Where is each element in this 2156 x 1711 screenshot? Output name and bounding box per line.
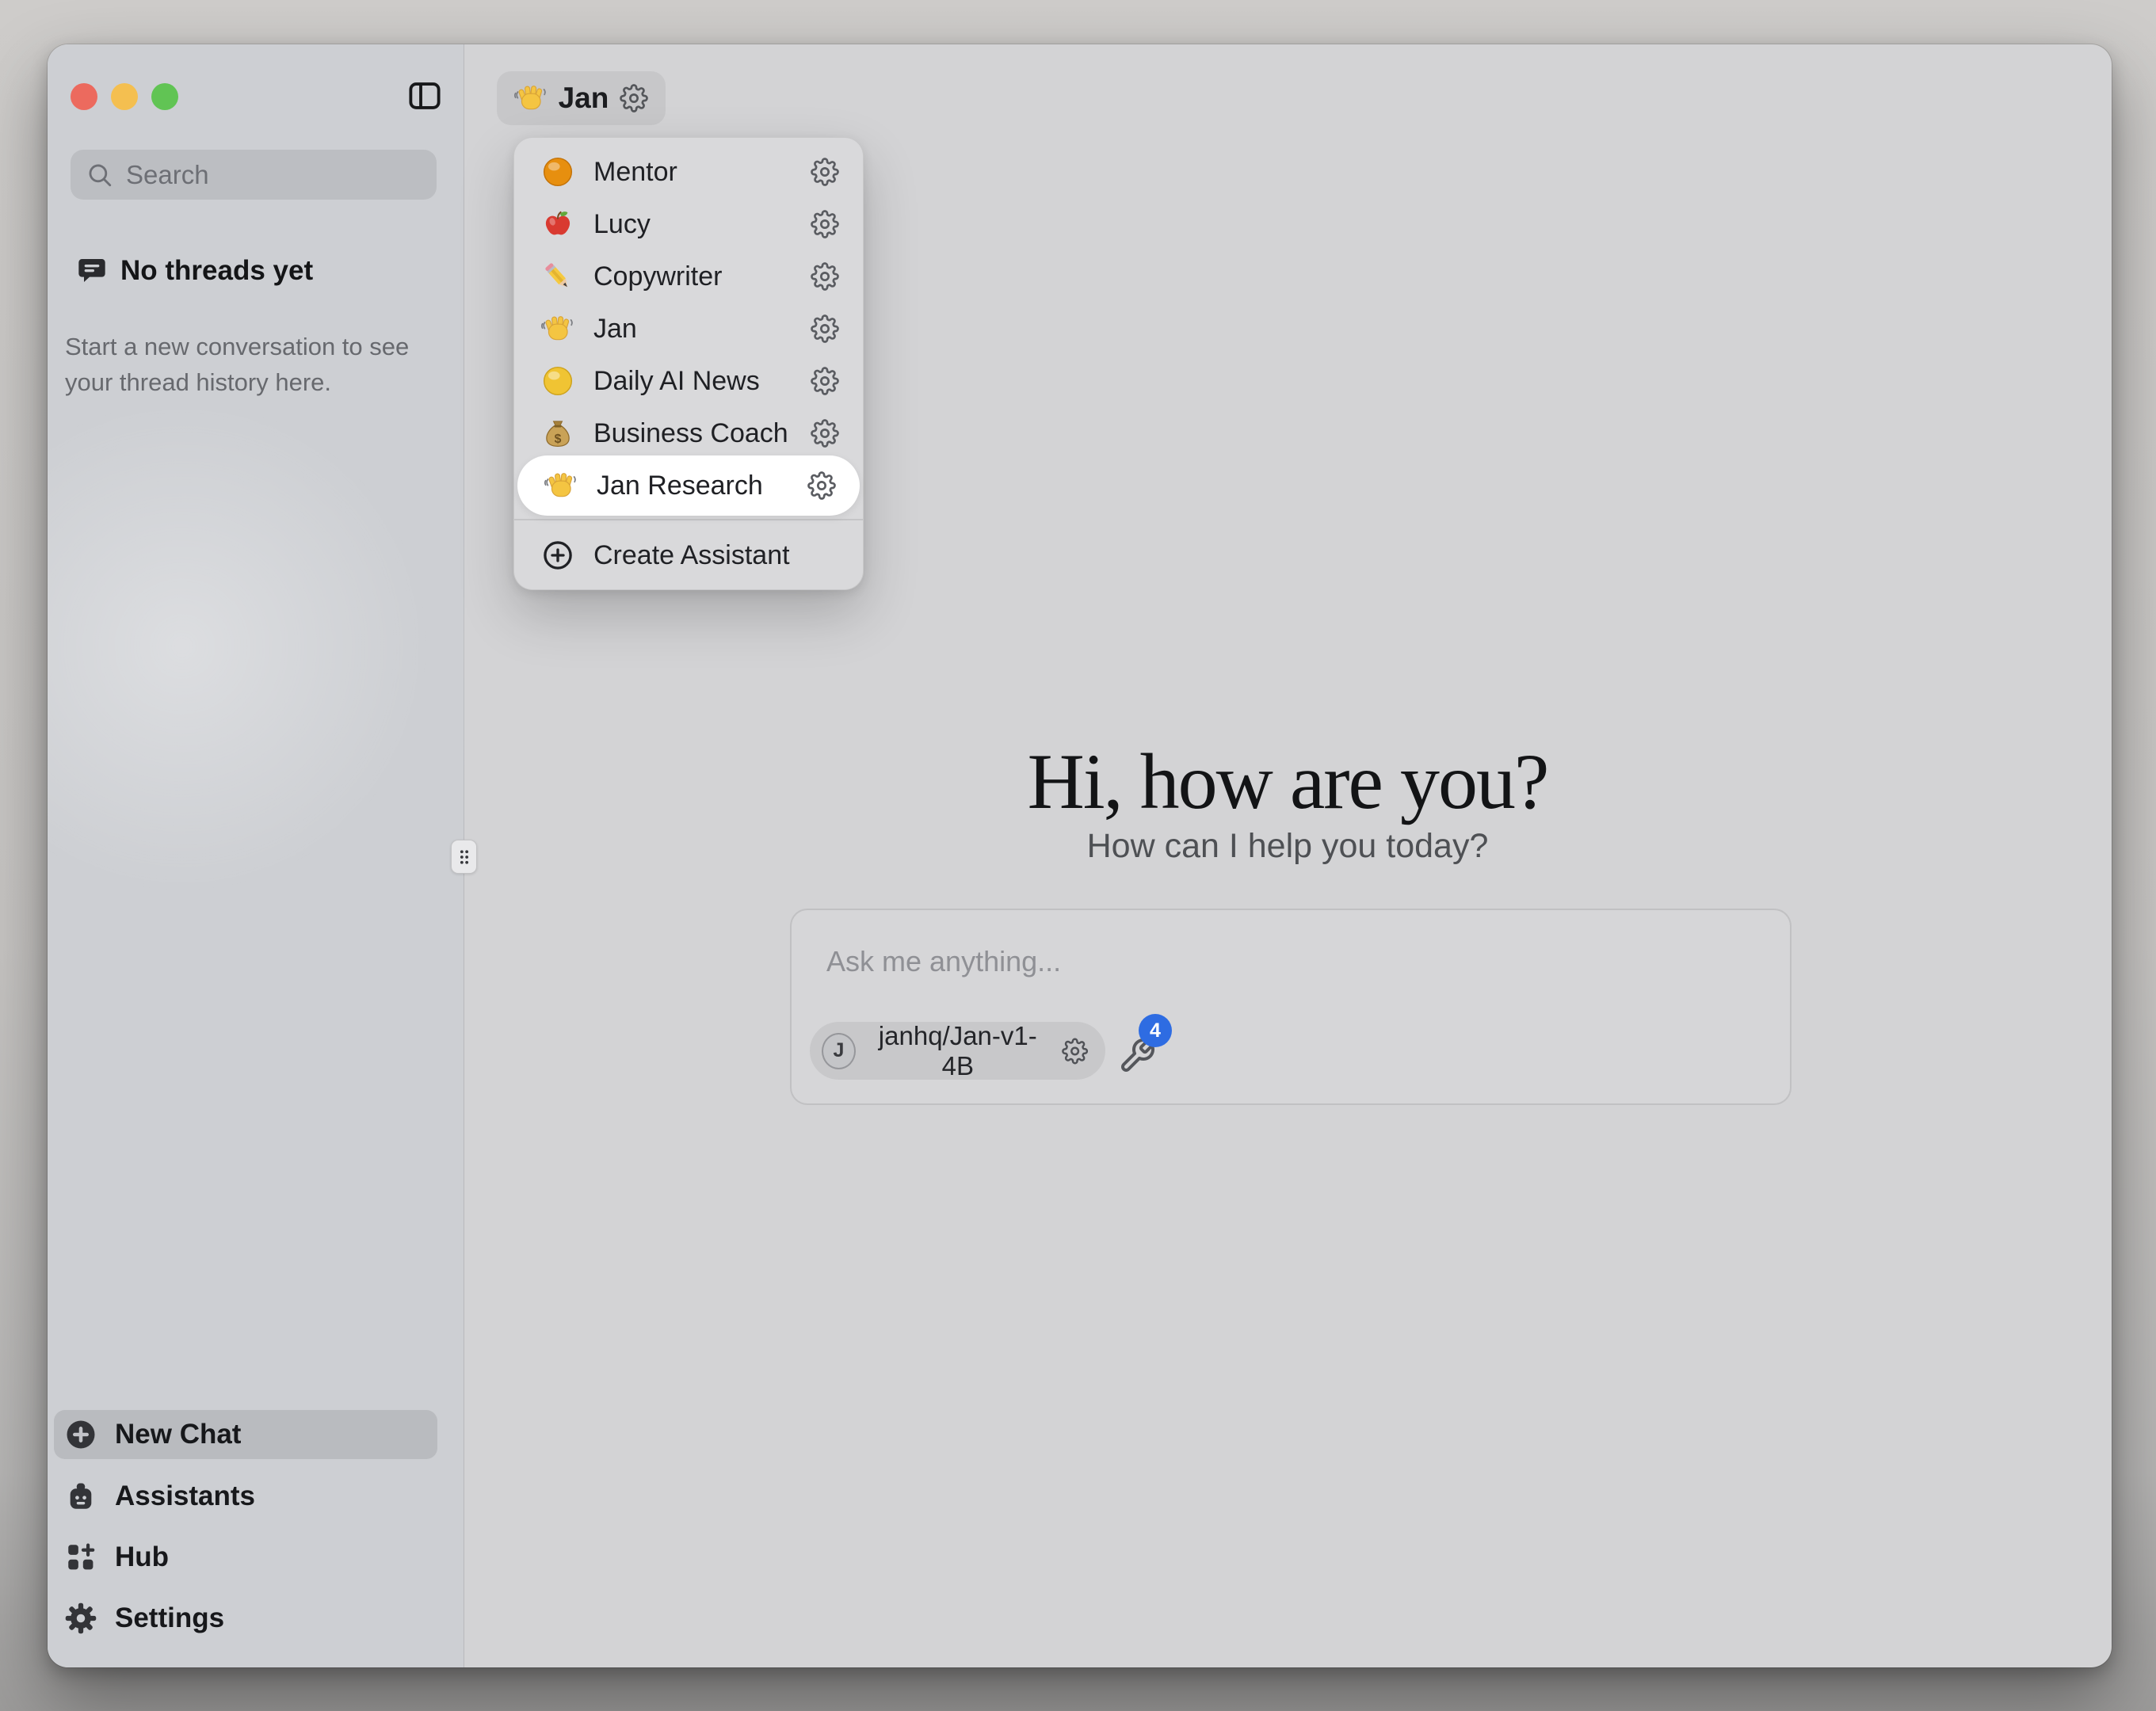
- nav-label: Hub: [115, 1541, 169, 1573]
- menu-item-copywriter[interactable]: Copywriter: [514, 250, 863, 303]
- menu-item-label: Daily AI News: [593, 366, 760, 397]
- nav-label: Settings: [115, 1602, 224, 1634]
- menu-item-label: Create Assistant: [593, 540, 790, 571]
- drag-dots-icon: [457, 847, 471, 867]
- menu-item-lucy[interactable]: Lucy: [514, 198, 863, 250]
- menu-item-jan-research[interactable]: Jan Research: [517, 455, 860, 516]
- composer-card[interactable]: Ask me anything... J janhq/Jan-v1-4B 4: [790, 909, 1792, 1105]
- menu-item-label: Jan: [593, 314, 637, 345]
- sidebar-toggle-button[interactable]: [406, 78, 443, 114]
- assistant-menu: Mentor Lucy Copywriter Jan: [513, 137, 864, 590]
- gear-filled-icon: [64, 1602, 97, 1635]
- menu-item-label: Jan Research: [597, 471, 763, 501]
- nav-label: Assistants: [115, 1480, 255, 1512]
- gear-icon[interactable]: [811, 419, 839, 448]
- empty-state-title: No threads yet: [120, 255, 313, 287]
- wave-emoji-icon: [514, 82, 548, 115]
- composer-placeholder: Ask me anything...: [826, 945, 1061, 978]
- search-icon: [86, 162, 113, 189]
- wave-emoji-icon: [544, 469, 578, 502]
- nav-label: New Chat: [115, 1419, 241, 1450]
- menu-item-create-assistant[interactable]: Create Assistant: [514, 529, 863, 581]
- money-bag-emoji-icon: [541, 417, 574, 450]
- orange-circle-emoji-icon: [541, 155, 574, 189]
- menu-item-label: Copywriter: [593, 261, 722, 292]
- menu-item-label: Business Coach: [593, 418, 788, 449]
- menu-item-daily-ai-news[interactable]: Daily AI News: [514, 355, 863, 407]
- bot-icon: [64, 1480, 97, 1513]
- search-placeholder: Search: [126, 160, 209, 190]
- assistant-switcher-label: Jan: [559, 82, 609, 115]
- sidebar-item-new-chat[interactable]: New Chat: [54, 1410, 437, 1459]
- app-window: Search No threads yet Start a new conver…: [48, 44, 2112, 1667]
- model-name: janhq/Jan-v1-4B: [870, 1021, 1046, 1081]
- menu-divider: [514, 519, 863, 520]
- model-selector-button[interactable]: J janhq/Jan-v1-4B: [810, 1022, 1105, 1080]
- model-avatar: J: [822, 1033, 856, 1069]
- traffic-close-button[interactable]: [71, 83, 97, 110]
- sidebar-panel-icon: [406, 78, 443, 114]
- menu-item-label: Mentor: [593, 157, 677, 188]
- sidebar-item-assistants[interactable]: Assistants: [54, 1472, 437, 1521]
- traffic-minimize-button[interactable]: [111, 83, 138, 110]
- empty-state-description: Start a new conversation to see your thr…: [65, 329, 431, 400]
- sidebar-item-hub[interactable]: Hub: [54, 1533, 437, 1582]
- model-settings-gear-icon[interactable]: [1062, 1037, 1088, 1065]
- wave-emoji-icon: [541, 312, 574, 345]
- gear-icon[interactable]: [811, 158, 839, 186]
- gear-icon[interactable]: [807, 471, 836, 500]
- gear-icon[interactable]: [811, 314, 839, 343]
- sidebar-item-settings[interactable]: Settings: [54, 1594, 437, 1643]
- menu-item-label: Lucy: [593, 209, 651, 240]
- sidebar: Search No threads yet Start a new conver…: [48, 44, 464, 1667]
- sidebar-resize-handle[interactable]: [451, 840, 477, 874]
- greeting-title: Hi, how are you?: [464, 736, 2112, 827]
- gear-icon[interactable]: [811, 210, 839, 238]
- search-input[interactable]: Search: [71, 150, 437, 200]
- menu-item-jan[interactable]: Jan: [514, 303, 863, 355]
- menu-item-mentor[interactable]: Mentor: [514, 146, 863, 198]
- chat-bubble-icon: [76, 255, 108, 287]
- plus-circle-outline-icon: [541, 539, 574, 572]
- pencil-emoji-icon: [541, 260, 574, 293]
- gear-icon[interactable]: [811, 262, 839, 291]
- menu-item-business-coach[interactable]: Business Coach: [514, 407, 863, 459]
- empty-state-title-row: No threads yet: [76, 255, 313, 287]
- main-area: Jan Mentor Lucy Copywriter: [464, 44, 2112, 1667]
- grid-plus-icon: [64, 1541, 97, 1574]
- assistant-switcher-button[interactable]: Jan: [497, 71, 666, 125]
- greeting-subtitle: How can I help you today?: [464, 827, 2112, 866]
- gear-icon[interactable]: [811, 367, 839, 395]
- tools-count-badge: 4: [1139, 1014, 1172, 1047]
- traffic-zoom-button[interactable]: [151, 83, 178, 110]
- apple-emoji-icon: [541, 208, 574, 241]
- yellow-circle-emoji-icon: [541, 364, 574, 398]
- desktop-background: Search No threads yet Start a new conver…: [0, 0, 2156, 1711]
- plus-circle-icon: [64, 1418, 97, 1451]
- gear-icon[interactable]: [620, 84, 648, 112]
